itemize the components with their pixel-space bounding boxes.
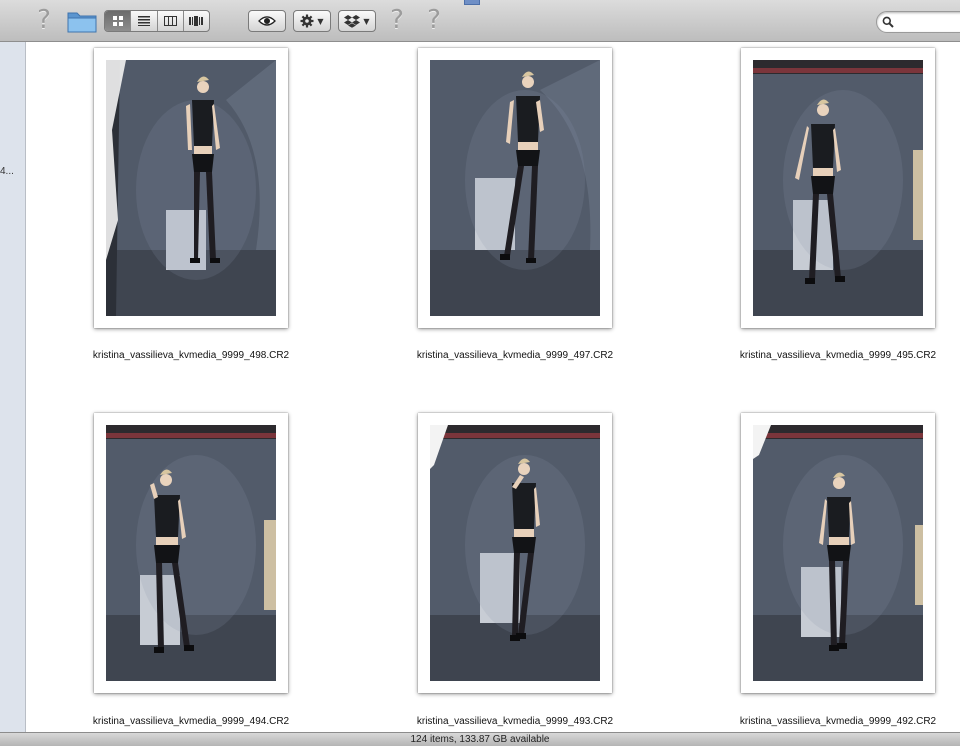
coverflow-view-button[interactable]: [184, 11, 209, 31]
dropbox-menu-button[interactable]: ▼: [338, 10, 376, 32]
help-icon[interactable]: ?: [33, 5, 55, 35]
view-mode-control: [104, 10, 210, 32]
file-name[interactable]: kristina_vassilieva_kvmedia_9999_494.CR2: [71, 716, 311, 727]
file-thumbnail[interactable]: [741, 48, 935, 328]
sidebar-item-label[interactable]: 4...: [0, 166, 14, 177]
status-bar: 124 items, 133.87 GB available: [0, 732, 960, 746]
file-thumbnail[interactable]: [418, 48, 612, 328]
quicklook-button[interactable]: [248, 10, 286, 32]
icon-view-icon: [112, 16, 123, 26]
photo-preview: [430, 425, 600, 681]
help-icon[interactable]: ?: [423, 5, 445, 35]
window-tab-indicator: [464, 0, 480, 5]
sidebar: 4...: [0, 42, 26, 732]
chevron-down-icon: ▼: [363, 16, 370, 26]
photo-preview: [753, 425, 923, 681]
toolbar: ? ▼ ▼ ? ?: [0, 0, 960, 42]
photo-preview: [753, 60, 923, 316]
chevron-down-icon: ▼: [317, 16, 324, 26]
file-thumbnail[interactable]: [418, 413, 612, 693]
gear-icon: [300, 14, 314, 28]
quicklook-icon: [258, 16, 276, 26]
dropbox-icon: [344, 15, 361, 28]
file-thumbnail[interactable]: [94, 48, 288, 328]
help-icon[interactable]: ?: [386, 5, 408, 35]
column-view-icon: [163, 16, 177, 26]
search-icon: [882, 16, 894, 28]
search-field[interactable]: [876, 11, 960, 33]
list-view-icon: [137, 16, 150, 26]
folder-icon[interactable]: [67, 9, 97, 33]
file-name[interactable]: kristina_vassilieva_kvmedia_9999_492.CR2: [718, 716, 958, 727]
photo-preview: [106, 60, 276, 316]
list-view-button[interactable]: [131, 11, 158, 31]
icon-view-button[interactable]: [105, 11, 132, 31]
search-input[interactable]: [897, 14, 960, 30]
file-name[interactable]: kristina_vassilieva_kvmedia_9999_495.CR2: [718, 350, 958, 361]
status-text: 124 items, 133.87 GB available: [410, 734, 550, 745]
photo-preview: [430, 60, 600, 316]
file-name[interactable]: kristina_vassilieva_kvmedia_9999_493.CR2: [395, 716, 635, 727]
file-thumbnail[interactable]: [741, 413, 935, 693]
file-name[interactable]: kristina_vassilieva_kvmedia_9999_498.CR2: [71, 350, 311, 361]
photo-preview: [106, 425, 276, 681]
column-view-button[interactable]: [158, 11, 184, 31]
file-thumbnail[interactable]: [94, 413, 288, 693]
file-grid: kristina_vassilieva_kvmedia_9999_498.CR2: [26, 42, 960, 732]
action-menu-button[interactable]: ▼: [293, 10, 331, 32]
file-name[interactable]: kristina_vassilieva_kvmedia_9999_497.CR2: [395, 350, 635, 361]
coverflow-view-icon: [189, 16, 204, 26]
